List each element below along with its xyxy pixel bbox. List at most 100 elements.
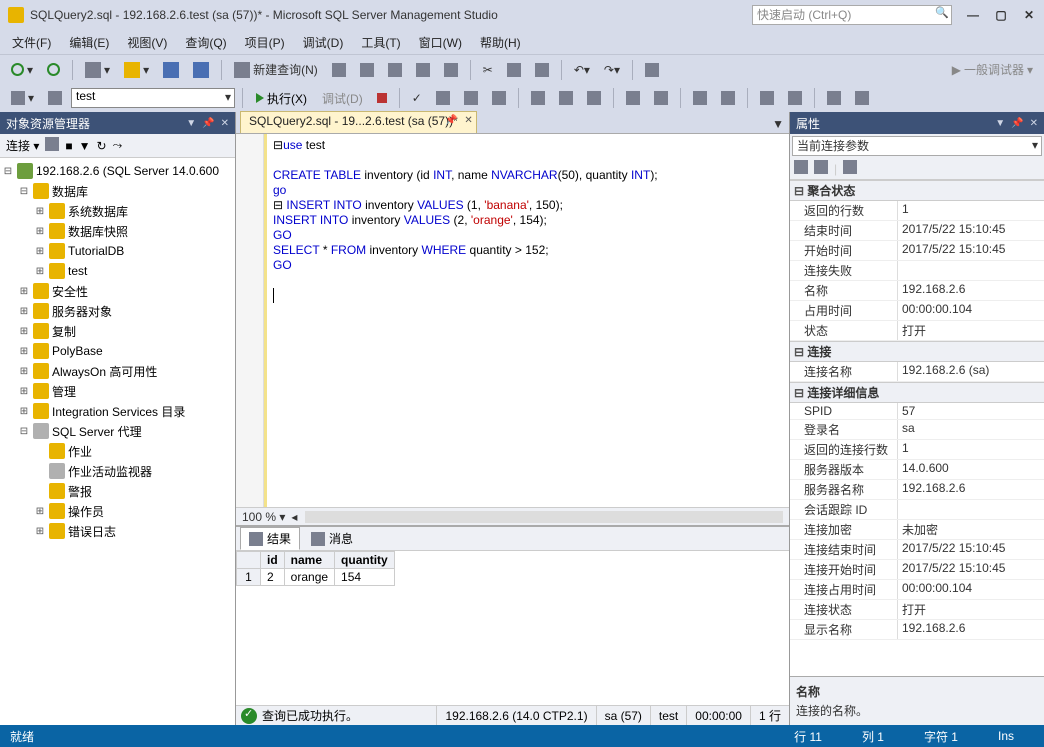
menu-help[interactable]: 帮助(H) — [476, 34, 525, 51]
serverobj-node[interactable]: 服务器对象 — [52, 303, 112, 320]
maximize-button[interactable]: ▢ — [994, 8, 1008, 22]
menu-edit[interactable]: 编辑(E) — [65, 34, 113, 51]
redo-button[interactable]: ↷▾ — [599, 61, 625, 79]
props-events-button[interactable] — [843, 160, 857, 177]
save-button[interactable] — [158, 60, 184, 80]
messages-tab[interactable]: 消息 — [302, 527, 362, 550]
oe-disconnect-button[interactable] — [45, 137, 59, 154]
props-dropdown-icon[interactable]: ▼ — [995, 118, 1005, 129]
nav-fwd-button[interactable] — [42, 61, 65, 78]
test-node[interactable]: test — [68, 264, 87, 278]
indent-button[interactable] — [688, 89, 712, 107]
quick-launch-input[interactable]: 快速启动 (Ctrl+Q) — [752, 5, 952, 25]
new-item-button[interactable]: ▾ — [80, 60, 115, 80]
props-object-combo[interactable]: 当前连接参数 — [792, 136, 1042, 156]
database-combo[interactable]: test — [71, 88, 235, 108]
table-row[interactable]: 12orange154 — [237, 569, 395, 586]
pin-icon[interactable]: 📌 — [445, 115, 457, 126]
save-all-button[interactable] — [188, 60, 214, 80]
col-name[interactable]: name — [284, 552, 334, 569]
nav-back-button[interactable]: ▾ — [6, 61, 38, 79]
tb-extra1-button[interactable] — [822, 89, 846, 107]
props-cat-connection[interactable]: 连接 — [790, 341, 1044, 362]
actual-plan-button[interactable] — [459, 89, 483, 107]
zoom-combo[interactable]: 100 % ▾ — [242, 510, 285, 524]
dbsnap-node[interactable]: 数据库快照 — [68, 223, 128, 240]
props-cat-aggregate[interactable]: 聚合状态 — [790, 180, 1044, 201]
oe-sync-button[interactable]: ⤳ — [113, 138, 123, 153]
oe-stop-button[interactable]: ■ — [65, 139, 72, 153]
query-type-button[interactable] — [327, 61, 351, 79]
polybase-node[interactable]: PolyBase — [52, 344, 103, 358]
agent-node[interactable]: SQL Server 代理 — [52, 423, 142, 440]
tb-extra2-button[interactable] — [850, 89, 874, 107]
stop-button[interactable] — [372, 91, 392, 105]
file-tab-active[interactable]: SQLQuery2.sql - 19...2.6.test (sa (57))*… — [240, 111, 477, 133]
integration-node[interactable]: Integration Services 目录 — [52, 403, 185, 420]
uncomment-button[interactable] — [649, 89, 673, 107]
comment-button[interactable] — [621, 89, 645, 107]
outdent-button[interactable] — [716, 89, 740, 107]
object-filter-button[interactable] — [43, 89, 67, 107]
security-node[interactable]: 安全性 — [52, 283, 88, 300]
oe-close-icon[interactable]: ✕ — [221, 118, 229, 129]
operators-node[interactable]: 操作员 — [68, 503, 104, 520]
minimize-button[interactable]: — — [966, 8, 980, 22]
find-button[interactable] — [640, 61, 664, 79]
connect-button[interactable]: 连接 ▾ — [6, 137, 39, 154]
props-grid[interactable]: 聚合状态 返回的行数1 结束时间2017/5/22 15:10:45 开始时间2… — [790, 180, 1044, 676]
object-tree[interactable]: ⊟192.168.2.6 (SQL Server 14.0.600 ⊟数据库 ⊞… — [0, 158, 235, 725]
query-type2-button[interactable] — [355, 61, 379, 79]
debug-button[interactable]: 调试(D) — [317, 88, 368, 109]
copy-button[interactable] — [502, 61, 526, 79]
menu-project[interactable]: 项目(P) — [241, 34, 289, 51]
management-node[interactable]: 管理 — [52, 383, 76, 400]
estimated-plan-button[interactable] — [431, 89, 455, 107]
execute-button[interactable]: 执行(X) — [250, 89, 313, 108]
tabstrip-dropdown-icon[interactable]: ▼ — [767, 115, 789, 133]
new-query-button[interactable]: 新建查询(N) — [229, 59, 323, 80]
query-type5-button[interactable] — [439, 61, 463, 79]
server-node[interactable]: 192.168.2.6 (SQL Server 14.0.600 — [36, 164, 219, 178]
alwayson-node[interactable]: AlwaysOn 高可用性 — [52, 363, 157, 380]
jobmon-node[interactable]: 作业活动监视器 — [68, 463, 152, 480]
alerts-node[interactable]: 警报 — [68, 483, 92, 500]
oe-refresh-button[interactable]: ↻ — [97, 139, 107, 153]
results-grid-button[interactable] — [554, 89, 578, 107]
tab-close-icon[interactable]: ✕ — [464, 115, 472, 126]
live-stats-button[interactable] — [487, 89, 511, 107]
object-type-button[interactable]: ▾ — [6, 89, 39, 107]
col-id[interactable]: id — [261, 552, 285, 569]
databases-node[interactable]: 数据库 — [52, 183, 88, 200]
query-type3-button[interactable] — [383, 61, 407, 79]
menu-file[interactable]: 文件(F) — [8, 34, 55, 51]
sysdb-node[interactable]: 系统数据库 — [68, 203, 128, 220]
menu-debug[interactable]: 调试(D) — [299, 34, 348, 51]
props-close-icon[interactable]: ✕ — [1030, 118, 1038, 129]
oe-dropdown-icon[interactable]: ▼ — [186, 118, 196, 129]
props-alphabetize-button[interactable] — [814, 160, 828, 177]
props-pin-icon[interactable]: 📌 — [1011, 118, 1023, 129]
menu-view[interactable]: 视图(V) — [123, 34, 171, 51]
results-grid[interactable]: idnamequantity 12orange154 — [236, 551, 789, 705]
open-button[interactable]: ▾ — [119, 60, 154, 80]
undo-button[interactable]: ↶▾ — [569, 61, 595, 79]
oe-pin-icon[interactable]: 📌 — [202, 118, 214, 129]
paste-button[interactable] — [530, 61, 554, 79]
errorlog-node[interactable]: 错误日志 — [68, 523, 116, 540]
parse-button[interactable]: ✓ — [407, 89, 427, 107]
code-editor[interactable]: ⊟use test CREATE TABLE inventory (id INT… — [264, 134, 789, 507]
replication-node[interactable]: 复制 — [52, 323, 76, 340]
props-categorize-button[interactable] — [794, 160, 808, 177]
props-cat-conndetail[interactable]: 连接详细信息 — [790, 382, 1044, 403]
specify-values-button[interactable] — [755, 89, 779, 107]
results-text-button[interactable] — [526, 89, 550, 107]
results-tab[interactable]: 结果 — [240, 527, 300, 550]
menu-window[interactable]: 窗口(W) — [415, 34, 466, 51]
menu-query[interactable]: 查询(Q) — [181, 34, 230, 51]
horiz-scrollbar[interactable] — [305, 511, 783, 523]
close-button[interactable]: ✕ — [1022, 8, 1036, 22]
specify-values2-button[interactable] — [783, 89, 807, 107]
cut-button[interactable]: ✂ — [478, 61, 498, 79]
results-file-button[interactable] — [582, 89, 606, 107]
